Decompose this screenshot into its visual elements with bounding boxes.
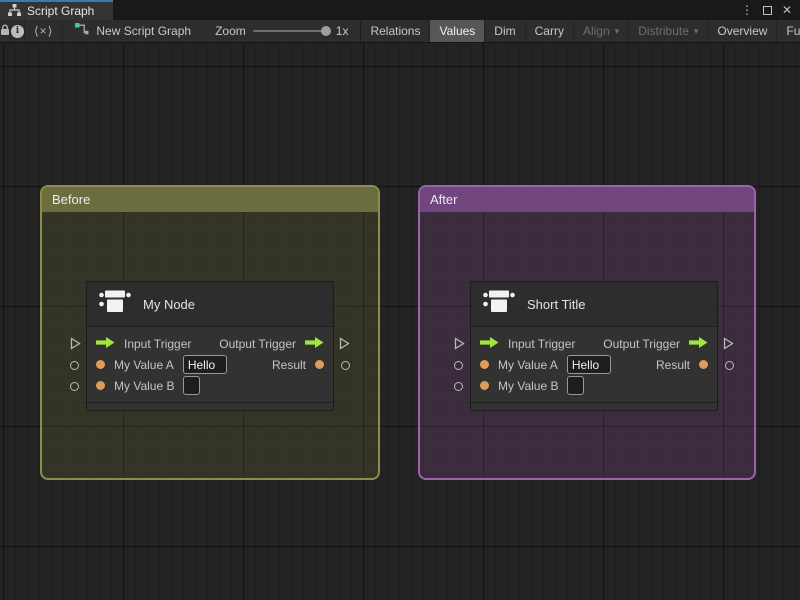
node-body: Input Trigger Output Trigger My Value A … bbox=[471, 327, 717, 402]
graph-title-area: New Script Graph bbox=[63, 20, 203, 42]
node-my-node[interactable]: My Node Input Trigger Output Trigger My … bbox=[70, 281, 350, 411]
graph-name-label: New Script Graph bbox=[96, 24, 192, 38]
maximize-icon[interactable] bbox=[762, 5, 772, 15]
result-label: Result bbox=[655, 357, 690, 372]
value-a-input[interactable] bbox=[182, 355, 227, 374]
external-value-b-port[interactable] bbox=[70, 382, 79, 391]
node-title: Short Title bbox=[527, 296, 586, 312]
chevron-down-icon: ▾ bbox=[693, 25, 699, 36]
port-row-trigger: Input Trigger Output Trigger bbox=[87, 333, 333, 354]
port-row-value-b: My Value B bbox=[87, 375, 333, 396]
relations-button[interactable]: Relations bbox=[361, 20, 431, 42]
carry-button[interactable]: Carry bbox=[526, 20, 574, 42]
input-trigger-label: Input Trigger bbox=[124, 336, 192, 351]
external-value-a-port[interactable] bbox=[70, 361, 79, 370]
zoom-value: 1x bbox=[335, 24, 349, 38]
node-header[interactable]: Short Title bbox=[471, 282, 717, 327]
node-header[interactable]: My Node bbox=[87, 282, 333, 327]
zoom-label: Zoom bbox=[215, 24, 246, 38]
zoom-slider-handle[interactable] bbox=[320, 26, 331, 36]
node-title: My Node bbox=[143, 296, 196, 312]
script-graph-window: Script Graph ⋮ ✕ i ⟨×⟩ New Script Graph … bbox=[0, 0, 800, 600]
node-short-title[interactable]: Short Title Input Trigger Output Trigger bbox=[454, 281, 734, 411]
graph-hierarchy-icon bbox=[8, 3, 21, 19]
group-before-label: Before bbox=[52, 192, 91, 207]
value-b-input[interactable] bbox=[567, 376, 585, 395]
output-trigger-label: Output Trigger bbox=[603, 336, 680, 351]
info-button[interactable]: i bbox=[11, 20, 25, 42]
external-value-b-port[interactable] bbox=[454, 382, 463, 391]
value-b-port-icon[interactable] bbox=[480, 381, 489, 390]
zoom-slider[interactable] bbox=[252, 26, 331, 36]
zoom-control: Zoom 1x bbox=[203, 20, 360, 42]
group-after-header[interactable]: After bbox=[420, 187, 754, 212]
input-trigger-port-icon[interactable] bbox=[96, 336, 115, 351]
fullscreen-button[interactable]: Full Scr bbox=[777, 20, 800, 42]
tab-bar: Script Graph ⋮ ✕ bbox=[0, 0, 800, 20]
group-after-label: After bbox=[430, 192, 458, 207]
value-a-input[interactable] bbox=[566, 355, 611, 374]
lock-button[interactable] bbox=[0, 20, 11, 42]
distribute-label: Distribute bbox=[638, 24, 689, 38]
external-value-a-port[interactable] bbox=[454, 361, 463, 370]
port-row-value-a: My Value A Result bbox=[87, 354, 333, 375]
port-row-value-b: My Value B bbox=[471, 375, 717, 396]
code-toggle-button[interactable]: ⟨×⟩ bbox=[25, 20, 64, 42]
result-port-icon[interactable] bbox=[315, 360, 324, 369]
external-input-trigger-port[interactable] bbox=[70, 337, 81, 355]
tab-script-graph[interactable]: Script Graph bbox=[0, 0, 113, 20]
tabbar-spacer bbox=[113, 0, 741, 20]
close-icon[interactable]: ✕ bbox=[782, 4, 792, 16]
external-input-trigger-port[interactable] bbox=[454, 337, 465, 355]
value-a-label: My Value A bbox=[498, 357, 558, 372]
unit-icon bbox=[99, 289, 131, 320]
dim-button[interactable]: Dim bbox=[485, 20, 526, 42]
graph-canvas[interactable]: Before After My Node Input Trigger Outpu… bbox=[0, 43, 800, 600]
overview-button[interactable]: Overview bbox=[708, 20, 778, 42]
node-footer bbox=[87, 402, 333, 410]
unit-icon bbox=[483, 289, 515, 320]
result-label: Result bbox=[271, 357, 306, 372]
value-a-port-icon[interactable] bbox=[480, 360, 489, 369]
node-body: Input Trigger Output Trigger My Value A … bbox=[87, 327, 333, 402]
info-icon: i bbox=[11, 24, 24, 38]
value-b-port-icon[interactable] bbox=[96, 381, 105, 390]
script-graph-asset-icon bbox=[75, 23, 89, 39]
distribute-dropdown[interactable]: Distribute ▾ bbox=[629, 20, 709, 42]
align-label: Align bbox=[582, 24, 610, 38]
input-trigger-port-icon[interactable] bbox=[480, 336, 499, 351]
window-menu-icon[interactable]: ⋮ bbox=[741, 4, 753, 16]
port-row-value-a: My Value A Result bbox=[471, 354, 717, 375]
value-a-port-icon[interactable] bbox=[96, 360, 105, 369]
align-dropdown[interactable]: Align ▾ bbox=[574, 20, 630, 42]
graph-toolbar: i ⟨×⟩ New Script Graph Zoom 1x Relations… bbox=[0, 20, 800, 43]
value-a-label: My Value A bbox=[114, 357, 174, 372]
value-b-label: My Value B bbox=[498, 378, 559, 393]
lock-icon bbox=[0, 24, 10, 39]
external-output-trigger-port[interactable] bbox=[723, 337, 734, 355]
result-port-icon[interactable] bbox=[699, 360, 708, 369]
values-button[interactable]: Values bbox=[430, 20, 486, 42]
node-footer bbox=[471, 402, 717, 410]
tab-title: Script Graph bbox=[27, 4, 95, 18]
output-trigger-port-icon[interactable] bbox=[689, 336, 708, 351]
chevron-down-icon: ▾ bbox=[614, 25, 620, 36]
external-output-trigger-port[interactable] bbox=[339, 337, 350, 355]
port-row-trigger: Input Trigger Output Trigger bbox=[471, 333, 717, 354]
output-trigger-port-icon[interactable] bbox=[305, 336, 324, 351]
input-trigger-label: Input Trigger bbox=[508, 336, 576, 351]
value-b-label: My Value B bbox=[114, 378, 175, 393]
group-before-header[interactable]: Before bbox=[42, 187, 378, 212]
output-trigger-label: Output Trigger bbox=[219, 336, 296, 351]
value-b-input[interactable] bbox=[183, 376, 201, 395]
external-result-port[interactable] bbox=[341, 361, 350, 370]
external-result-port[interactable] bbox=[725, 361, 734, 370]
